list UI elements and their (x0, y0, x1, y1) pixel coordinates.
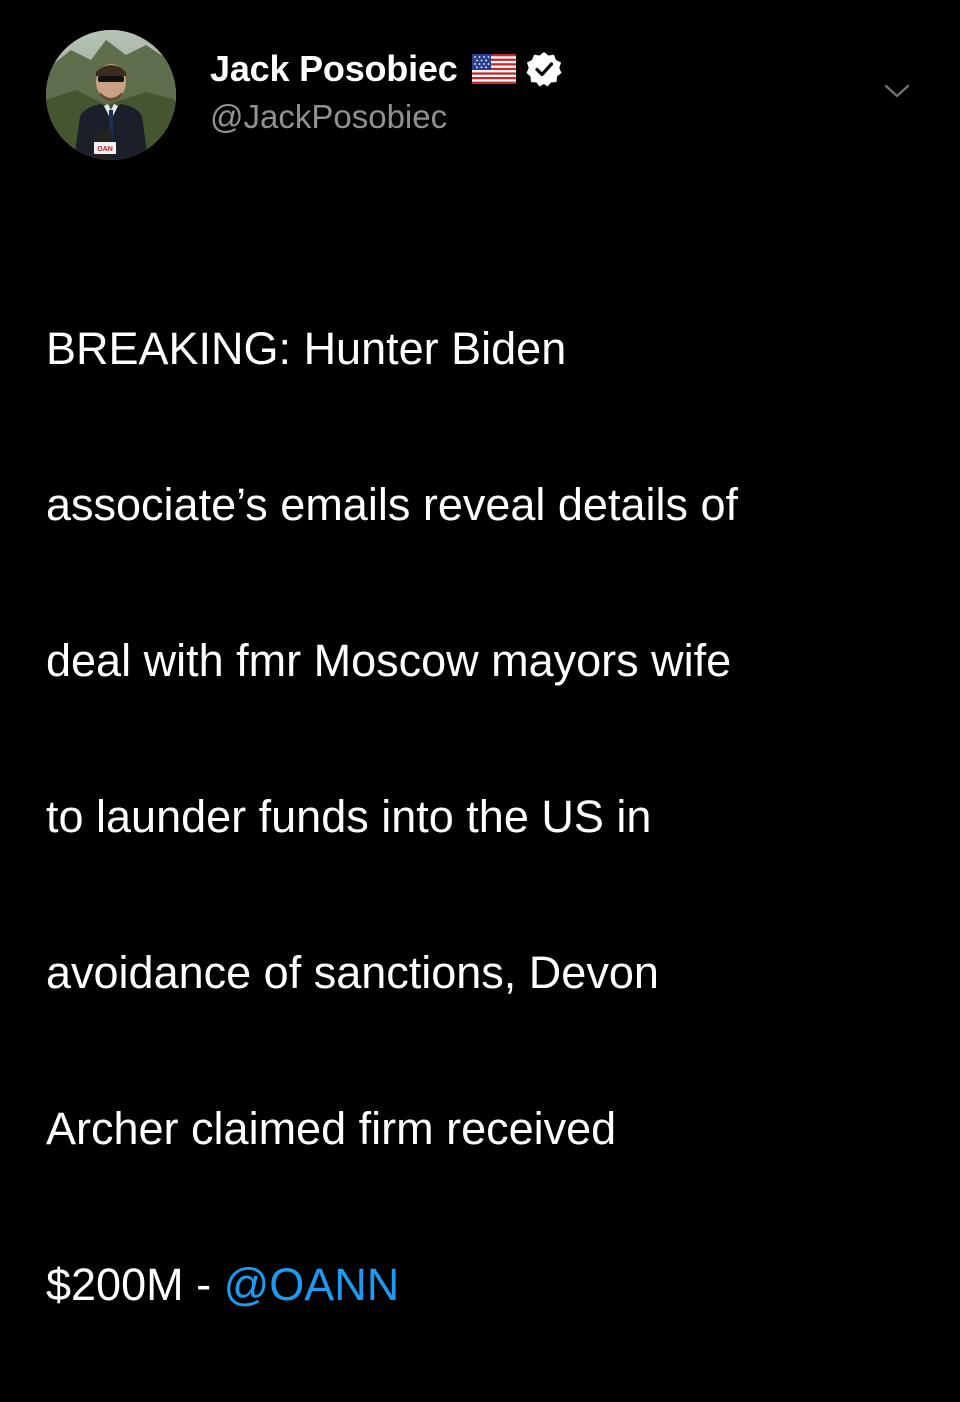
mention-link[interactable]: @OANN (224, 1259, 400, 1310)
avatar-mic-label: OAN (97, 146, 113, 153)
tweet-line: deal with fmr Moscow mayors wife (46, 635, 732, 686)
tweet-line: BREAKING: Hunter Biden (46, 323, 567, 374)
verified-badge-icon (526, 51, 562, 87)
avatar[interactable]: OAN (46, 30, 176, 160)
us-flag-icon (471, 54, 516, 84)
tweet-line: associate’s emails reveal details of (46, 479, 739, 530)
tweet-line: avoidance of sanctions, Devon (46, 947, 659, 998)
author-display-name[interactable]: Jack Posobiec (210, 48, 458, 90)
author-handle[interactable]: @JackPosobiec (210, 98, 562, 136)
tweet-line: to launder funds into the US in (46, 791, 652, 842)
author-block: Jack Posobiec @JackPosobiec (210, 46, 562, 136)
tweet-text: BREAKING: Hunter Biden associate’s email… (46, 232, 926, 1402)
name-row: Jack Posobiec (210, 46, 562, 92)
avatar-photo: OAN (46, 30, 176, 160)
tweet-last-line: $200M - @OANN (46, 1246, 926, 1324)
tweet-amount-text: $200M - (46, 1259, 224, 1310)
tweet-card: OAN Jack Posobiec @JackPosobiec BREAKING… (0, 0, 960, 1310)
tweet-line: Archer claimed firm received (46, 1103, 617, 1154)
chevron-down-icon[interactable] (878, 78, 916, 104)
